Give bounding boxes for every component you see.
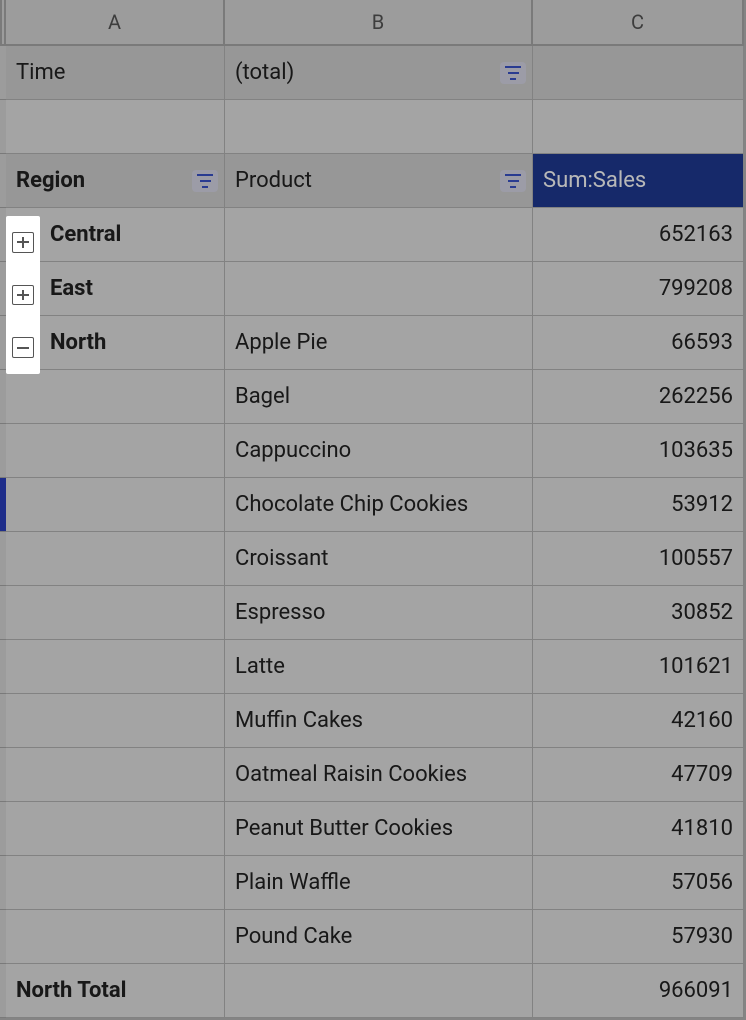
value: 799208 [659,276,733,301]
filter-icon[interactable] [500,170,526,192]
product-cell[interactable]: Latte [225,640,533,694]
region-header-label: Region [16,168,85,193]
collapse-north-button[interactable] [12,337,34,358]
pivot-table-sheet: A B C Time (total) Region Product [0,0,746,1020]
value-cell[interactable]: 57056 [533,856,744,910]
product-cell[interactable]: Peanut Butter Cookies [225,802,533,856]
value: 966091 [659,978,733,1003]
value: 41810 [671,816,733,841]
value: 262256 [659,384,733,409]
value-cell[interactable]: 30852 [533,586,744,640]
total-cell[interactable]: (total) [225,46,533,100]
empty-cell[interactable] [6,748,225,802]
product-cell[interactable]: Espresso [225,586,533,640]
empty-cell[interactable] [225,262,533,316]
time-cell[interactable]: Time [6,46,225,100]
product-cell[interactable]: Cappuccino [225,424,533,478]
product-cell[interactable]: Chocolate Chip Cookies [225,478,533,532]
value-cell[interactable]: 42160 [533,694,744,748]
region-name: East [50,276,93,301]
product-cell[interactable]: Oatmeal Raisin Cookies [225,748,533,802]
value: 103635 [659,438,733,463]
expand-east-button[interactable] [12,285,34,306]
empty-cell[interactable] [225,100,533,154]
value-cell[interactable]: 66593 [533,316,744,370]
time-label: Time [16,60,65,85]
value: 42160 [671,708,733,733]
region-name: North [50,330,106,355]
product-name: Chocolate Chip Cookies [235,492,468,517]
col-header-A[interactable]: A [6,0,225,46]
region-header-cell[interactable]: Region [6,154,225,208]
empty-cell[interactable] [6,694,225,748]
product-name: Apple Pie [235,330,327,355]
empty-cell[interactable] [6,856,225,910]
filter-icon[interactable] [192,170,218,192]
col-header-C[interactable]: C [533,0,744,46]
empty-cell[interactable] [225,208,533,262]
north-total-label: North Total [16,978,126,1003]
empty-cell[interactable] [533,46,744,100]
product-name: Pound Cake [235,924,352,949]
product-name: Plain Waffle [235,870,351,895]
product-header-label: Product [235,168,312,193]
product-cell[interactable]: Plain Waffle [225,856,533,910]
east-sum-cell[interactable]: 799208 [533,262,744,316]
empty-cell[interactable] [6,586,225,640]
product-name: Latte [235,654,285,679]
value: 57930 [671,924,733,949]
value-cell[interactable]: 101621 [533,640,744,694]
filter-icon[interactable] [500,62,526,84]
value-cell[interactable]: 100557 [533,532,744,586]
value: 30852 [671,600,733,625]
value-cell[interactable]: 57930 [533,910,744,964]
expand-collapse-highlight [6,216,40,374]
empty-cell[interactable] [6,100,225,154]
central-sum-cell[interactable]: 652163 [533,208,744,262]
empty-cell[interactable] [6,478,225,532]
value-cell[interactable]: 103635 [533,424,744,478]
empty-cell[interactable] [225,964,533,1018]
product-name: Croissant [235,546,328,571]
value-cell[interactable]: 47709 [533,748,744,802]
value: 53912 [671,492,733,517]
north-total-value-cell[interactable]: 966091 [533,964,744,1018]
value-cell[interactable]: 53912 [533,478,744,532]
product-name: Peanut Butter Cookies [235,816,453,841]
sum-sales-header-cell[interactable]: Sum:Sales [533,154,744,208]
expand-central-button[interactable] [12,232,34,253]
north-total-label-cell[interactable]: North Total [6,964,225,1018]
product-name: Espresso [235,600,325,625]
product-cell[interactable]: Muffin Cakes [225,694,533,748]
empty-cell[interactable] [6,910,225,964]
region-name: Central [50,222,121,247]
total-label: (total) [235,60,294,85]
empty-cell[interactable] [6,532,225,586]
product-cell[interactable]: Pound Cake [225,910,533,964]
sum-sales-label: Sum:Sales [543,168,646,193]
product-name: Oatmeal Raisin Cookies [235,762,467,787]
value: 101621 [659,654,733,679]
product-header-cell[interactable]: Product [225,154,533,208]
value: 57056 [671,870,733,895]
empty-cell[interactable] [6,640,225,694]
product-name: Muffin Cakes [235,708,363,733]
empty-cell[interactable] [6,370,225,424]
value: 66593 [671,330,733,355]
product-name: Cappuccino [235,438,351,463]
product-cell[interactable]: Apple Pie [225,316,533,370]
product-cell[interactable]: Bagel [225,370,533,424]
empty-cell[interactable] [533,100,744,154]
product-name: Bagel [235,384,290,409]
value: 652163 [659,222,733,247]
value: 47709 [671,762,733,787]
value: 100557 [659,546,733,571]
value-cell[interactable]: 262256 [533,370,744,424]
empty-cell[interactable] [6,802,225,856]
product-cell[interactable]: Croissant [225,532,533,586]
empty-cell[interactable] [6,424,225,478]
col-header-B[interactable]: B [225,0,533,46]
value-cell[interactable]: 41810 [533,802,744,856]
